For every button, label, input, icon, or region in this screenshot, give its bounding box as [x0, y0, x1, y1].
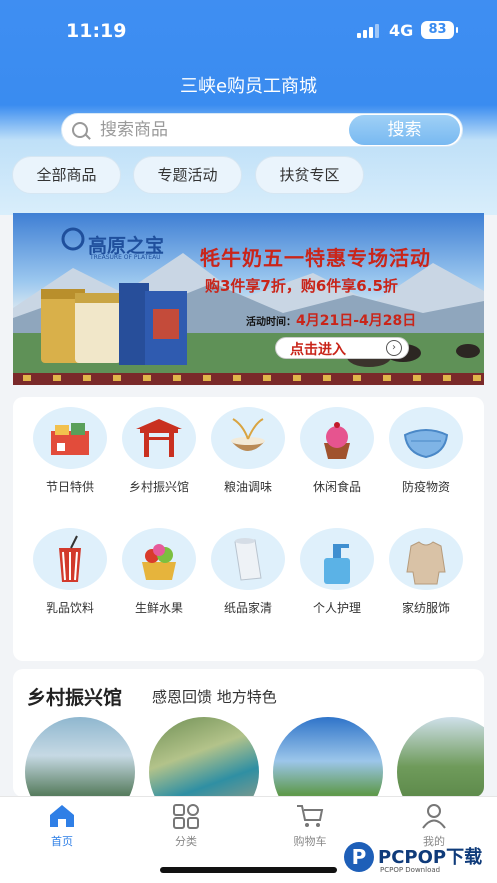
banner-time-label: 活动时间：	[246, 317, 296, 328]
status-bar: 11:19 4G 83	[0, 0, 497, 60]
category-label: 纸品家清	[223, 601, 272, 615]
arrow-right-icon: ›	[386, 340, 402, 356]
header-background: 11:19 4G 83 三峡e购员工商城 搜索 全部商品 专题活动 扶贫专区	[0, 0, 497, 215]
category-label: 乡村振兴馆	[128, 480, 189, 494]
banner-logo-sub: TREASURE OF PLATEAU	[90, 254, 161, 261]
drink-cup-icon	[33, 528, 107, 590]
category-label: 休闲食品	[312, 480, 361, 494]
home-indicator	[160, 867, 337, 873]
category-grain-oil[interactable]: 粮油调味	[204, 407, 292, 495]
battery-icon: 83	[421, 21, 458, 39]
signal-icon	[357, 24, 381, 38]
search-icon	[72, 122, 88, 138]
search-input[interactable]	[100, 114, 340, 146]
tab-special-events[interactable]: 专题活动	[133, 156, 242, 194]
nav-home[interactable]: 首页	[22, 803, 102, 849]
watermark-sub: PCPOP Download	[380, 866, 441, 874]
banner-scenery	[13, 227, 484, 385]
search-bar: 搜索	[61, 113, 463, 147]
category-label: 节日特供	[45, 480, 94, 494]
gift-box-icon	[33, 407, 107, 469]
category-panel: 节日特供 乡村振兴馆 粮油调味 休闲食品 防疫物资 乳品饮料 生鲜水果 纸品家清…	[13, 397, 484, 661]
banner-offer: 购3件享7折，购6件享6.5折	[205, 277, 398, 295]
category-label: 粮油调味	[223, 480, 272, 494]
nav-label: 购物车	[293, 835, 327, 848]
fruit-basket-icon	[122, 528, 196, 590]
rural-photo-4[interactable]	[397, 717, 484, 797]
category-label: 乳品饮料	[45, 601, 94, 615]
rural-section: 乡村振兴馆 感恩回馈 地方特色	[13, 669, 484, 797]
category-dairy[interactable]: 乳品饮料	[26, 528, 114, 616]
home-icon	[48, 803, 76, 829]
quick-tabs: 全部商品 专题活动 扶贫专区	[0, 156, 497, 196]
rural-photo-2[interactable]	[149, 717, 259, 797]
grid-icon	[172, 803, 200, 829]
category-label: 生鲜水果	[134, 601, 183, 615]
category-textile[interactable]: 家纺服饰	[382, 528, 470, 616]
category-paper[interactable]: 纸品家清	[204, 528, 292, 616]
banner-headline: 牦牛奶五一特惠专场活动	[200, 246, 431, 270]
archway-icon	[122, 407, 196, 469]
watermark-logo-icon: P	[344, 842, 374, 872]
cart-icon	[296, 803, 324, 829]
status-time: 11:19	[66, 20, 127, 42]
watermark: P PCPOP下载 PCPOP Download	[344, 840, 494, 880]
tissue-roll-icon	[211, 528, 285, 590]
rural-photo-1[interactable]	[25, 717, 135, 797]
banner-cta-button[interactable]: 点击进入 ›	[275, 337, 409, 359]
pump-bottle-icon	[300, 528, 374, 590]
face-mask-icon	[389, 407, 463, 469]
nav-category[interactable]: 分类	[146, 803, 226, 849]
category-festival[interactable]: 节日特供	[26, 407, 114, 495]
category-rural[interactable]: 乡村振兴馆	[115, 407, 203, 495]
tab-poverty-relief[interactable]: 扶贫专区	[255, 156, 364, 194]
search-button[interactable]: 搜索	[349, 115, 460, 145]
nav-label: 首页	[51, 835, 73, 848]
category-snacks[interactable]: 休闲食品	[293, 407, 381, 495]
sweater-icon	[389, 528, 463, 590]
user-icon	[420, 803, 448, 829]
page-title: 三峡e购员工商城	[179, 76, 318, 97]
banner-cta-label: 点击进入	[290, 342, 346, 358]
rice-bowl-icon	[211, 407, 285, 469]
banner-time-value: 4月21日-4月28日	[296, 313, 417, 329]
nav-label: 分类	[175, 835, 197, 848]
category-personal-care[interactable]: 个人护理	[293, 528, 381, 616]
category-label: 个人护理	[312, 601, 361, 615]
network-label: 4G	[389, 21, 414, 40]
category-label: 家纺服饰	[401, 601, 450, 615]
promo-banner[interactable]: 高原之宝 TREASURE OF PLATEAU 牦牛奶五一特惠专场活动 购3件…	[13, 213, 484, 385]
category-label: 防疫物资	[401, 480, 450, 494]
cupcake-icon	[300, 407, 374, 469]
category-fresh[interactable]: 生鲜水果	[115, 528, 203, 616]
nav-cart[interactable]: 购物车	[270, 803, 350, 849]
category-epidemic[interactable]: 防疫物资	[382, 407, 470, 495]
product-cans	[41, 283, 187, 365]
banner-time: 活动时间：4月21日-4月28日	[246, 310, 416, 330]
rural-photo-3[interactable]	[273, 717, 383, 797]
tab-all-products[interactable]: 全部商品	[12, 156, 121, 194]
section-title: 乡村振兴馆	[27, 687, 123, 709]
section-subtitle: 感恩回馈 地方特色	[152, 688, 277, 706]
